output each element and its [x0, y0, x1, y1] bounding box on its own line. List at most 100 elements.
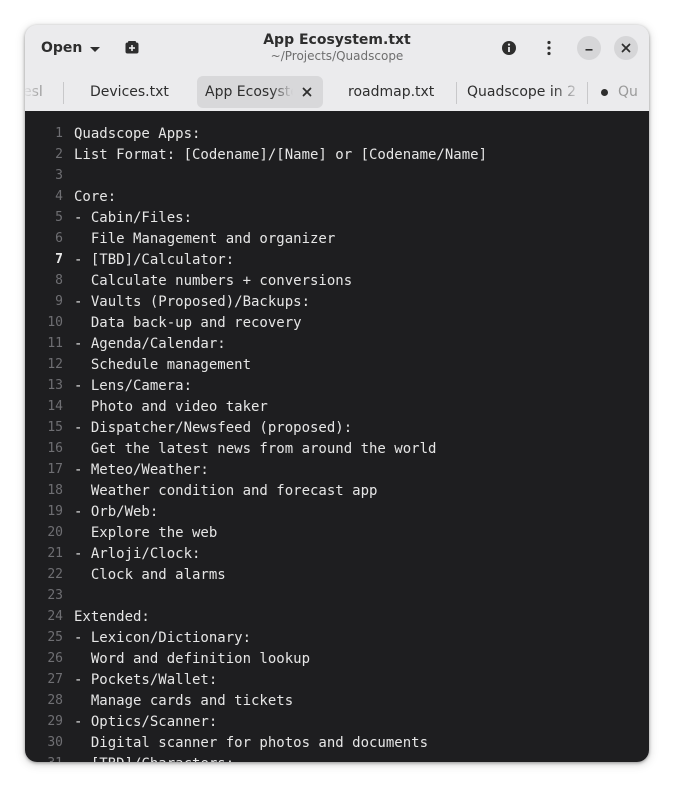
line-number: 25	[47, 630, 63, 645]
tab-close-button[interactable]	[301, 86, 313, 98]
editor-line[interactable]: 25 - Lexicon/Dictionary:	[25, 627, 649, 648]
editor-line[interactable]: 11 - Agenda/Calendar:	[25, 333, 649, 354]
tab-partial-right[interactable]: Qu	[601, 76, 649, 108]
line-text: - [TBD]/Calculator:	[74, 251, 235, 268]
line-number: 18	[47, 483, 63, 498]
minimize-button[interactable]	[577, 36, 601, 60]
line-number: 23	[47, 588, 63, 603]
line-number: 29	[47, 714, 63, 729]
line-text: Core:	[74, 188, 117, 205]
line-number: 15	[47, 420, 63, 435]
editor-line[interactable]: 29 - Optics/Scanner:	[25, 711, 649, 732]
document-info-button[interactable]	[498, 37, 520, 59]
line-number: 2	[55, 147, 63, 162]
line-text: Schedule management	[74, 356, 252, 373]
editor-line[interactable]: 26 Word and definition lookup	[25, 648, 649, 669]
editor-line[interactable]: 5 - Cabin/Files:	[25, 207, 649, 228]
line-number: 20	[47, 525, 63, 540]
open-button[interactable]: Open	[33, 34, 108, 62]
close-icon	[621, 43, 631, 53]
line-number: 4	[55, 189, 63, 204]
close-window-button[interactable]	[614, 36, 638, 60]
editor-line[interactable]: 18 Weather condition and forecast app	[25, 480, 649, 501]
chevron-down-icon	[90, 46, 101, 52]
tab-label: Quadscope in 2	[467, 84, 576, 100]
editor-line[interactable]: 24 Extended:	[25, 606, 649, 627]
editor-line[interactable]: 7 - [TBD]/Calculator:	[25, 249, 649, 270]
editor-line[interactable]: 15 - Dispatcher/Newsfeed (proposed):	[25, 417, 649, 438]
line-number: 1	[55, 126, 63, 141]
line-text: Get the latest news from around the worl…	[74, 440, 437, 457]
editor-line[interactable]: 20 Explore the web	[25, 522, 649, 543]
tab-roadmap[interactable]: roadmap.txt	[348, 76, 448, 108]
line-text: Quadscope Apps:	[74, 125, 201, 142]
line-number: 28	[47, 693, 63, 708]
line-text: Word and definition lookup	[74, 650, 311, 667]
line-number: 5	[55, 210, 63, 225]
new-tab-icon	[125, 41, 139, 54]
editor-line[interactable]: 17 - Meteo/Weather:	[25, 459, 649, 480]
modified-dot-icon	[601, 88, 608, 96]
main-menu-button[interactable]	[538, 37, 560, 59]
tab-label: esl	[25, 84, 43, 100]
line-number: 17	[47, 462, 63, 477]
tab-devices[interactable]: Devices.txt	[90, 76, 190, 108]
line-text: List Format: [Codename]/[Name] or [Coden…	[74, 146, 488, 163]
line-number: 6	[55, 231, 63, 246]
info-icon	[502, 41, 516, 55]
editor-line[interactable]: 19 - Orb/Web:	[25, 501, 649, 522]
editor-line[interactable]: 10 Data back-up and recovery	[25, 312, 649, 333]
tab-separator	[63, 82, 64, 104]
editor-line[interactable]: 28 Manage cards and tickets	[25, 690, 649, 711]
editor-line[interactable]: 16 Get the latest news from around the w…	[25, 438, 649, 459]
tab-quadscope-in-2[interactable]: Quadscope in 2	[467, 76, 581, 108]
line-text: [TBD]/Characters:	[74, 756, 234, 763]
editor-line[interactable]: 8 Calculate numbers + conversions	[25, 270, 649, 291]
tab-label: Qu	[618, 84, 638, 100]
line-number: 13	[47, 378, 63, 393]
line-text: Photo and video taker	[74, 398, 268, 415]
editor-line[interactable]: 9 - Vaults (Proposed)/Backups:	[25, 291, 649, 312]
line-number: 22	[47, 567, 63, 582]
editor-line[interactable]: 23	[25, 585, 649, 606]
editor-line[interactable]: 13 - Lens/Camera:	[25, 375, 649, 396]
text-editor-area[interactable]: 1 Quadscope Apps: 2 List Format: [Codename]…	[25, 111, 649, 762]
open-button-label: Open	[41, 40, 83, 56]
line-text: - Orb/Web:	[74, 503, 159, 520]
new-tab-button[interactable]	[121, 37, 143, 59]
line-text: - Lexicon/Dictionary:	[74, 629, 252, 646]
line-number: 21	[47, 546, 63, 561]
line-text: - Pockets/Wallet:	[74, 671, 218, 688]
editor-line[interactable]: 2 List Format: [Codename]/[Name] or [Code…	[25, 144, 649, 165]
line-number: 16	[47, 441, 63, 456]
editor-line[interactable]: 4 Core:	[25, 186, 649, 207]
tab-app-ecosystem[interactable]: App Ecosystem.txt	[197, 76, 323, 108]
editor-line[interactable]: 21 - Arloji/Clock:	[25, 543, 649, 564]
tab-separator	[587, 82, 588, 104]
line-number: 8	[55, 273, 63, 288]
editor-line[interactable]: 31 [TBD]/Characters:	[25, 753, 649, 763]
editor-line[interactable]: 22 Clock and alarms	[25, 564, 649, 585]
editor-line[interactable]: 1 Quadscope Apps:	[25, 123, 649, 144]
editor-line[interactable]: 14 Photo and video taker	[25, 396, 649, 417]
line-text: - Agenda/Calendar:	[74, 335, 226, 352]
line-text: - Arloji/Clock:	[74, 545, 201, 562]
line-text: - Cabin/Files:	[74, 209, 193, 226]
line-number: 26	[47, 651, 63, 666]
line-number: 3	[55, 168, 63, 183]
line-text: - Lens/Camera:	[74, 377, 193, 394]
editor-line[interactable]: 6 File Management and organizer	[25, 228, 649, 249]
tab-separator	[456, 82, 457, 104]
editor-line[interactable]: 27 - Pockets/Wallet:	[25, 669, 649, 690]
editor-line[interactable]: 3	[25, 165, 649, 186]
minimize-icon	[585, 49, 593, 51]
text-editor-window: Open App Ecosystem.txt ~/Projects/Quadsc…	[25, 25, 649, 762]
line-number: 9	[55, 294, 63, 309]
line-number: 14	[47, 399, 63, 414]
line-number: 27	[47, 672, 63, 687]
line-number: 12	[47, 357, 63, 372]
editor-line[interactable]: 12 Schedule management	[25, 354, 649, 375]
editor-line[interactable]: 30 Digital scanner for photos and docume…	[25, 732, 649, 753]
line-text: Data back-up and recovery	[74, 314, 302, 331]
tab-partial-left[interactable]: esl	[25, 76, 53, 108]
